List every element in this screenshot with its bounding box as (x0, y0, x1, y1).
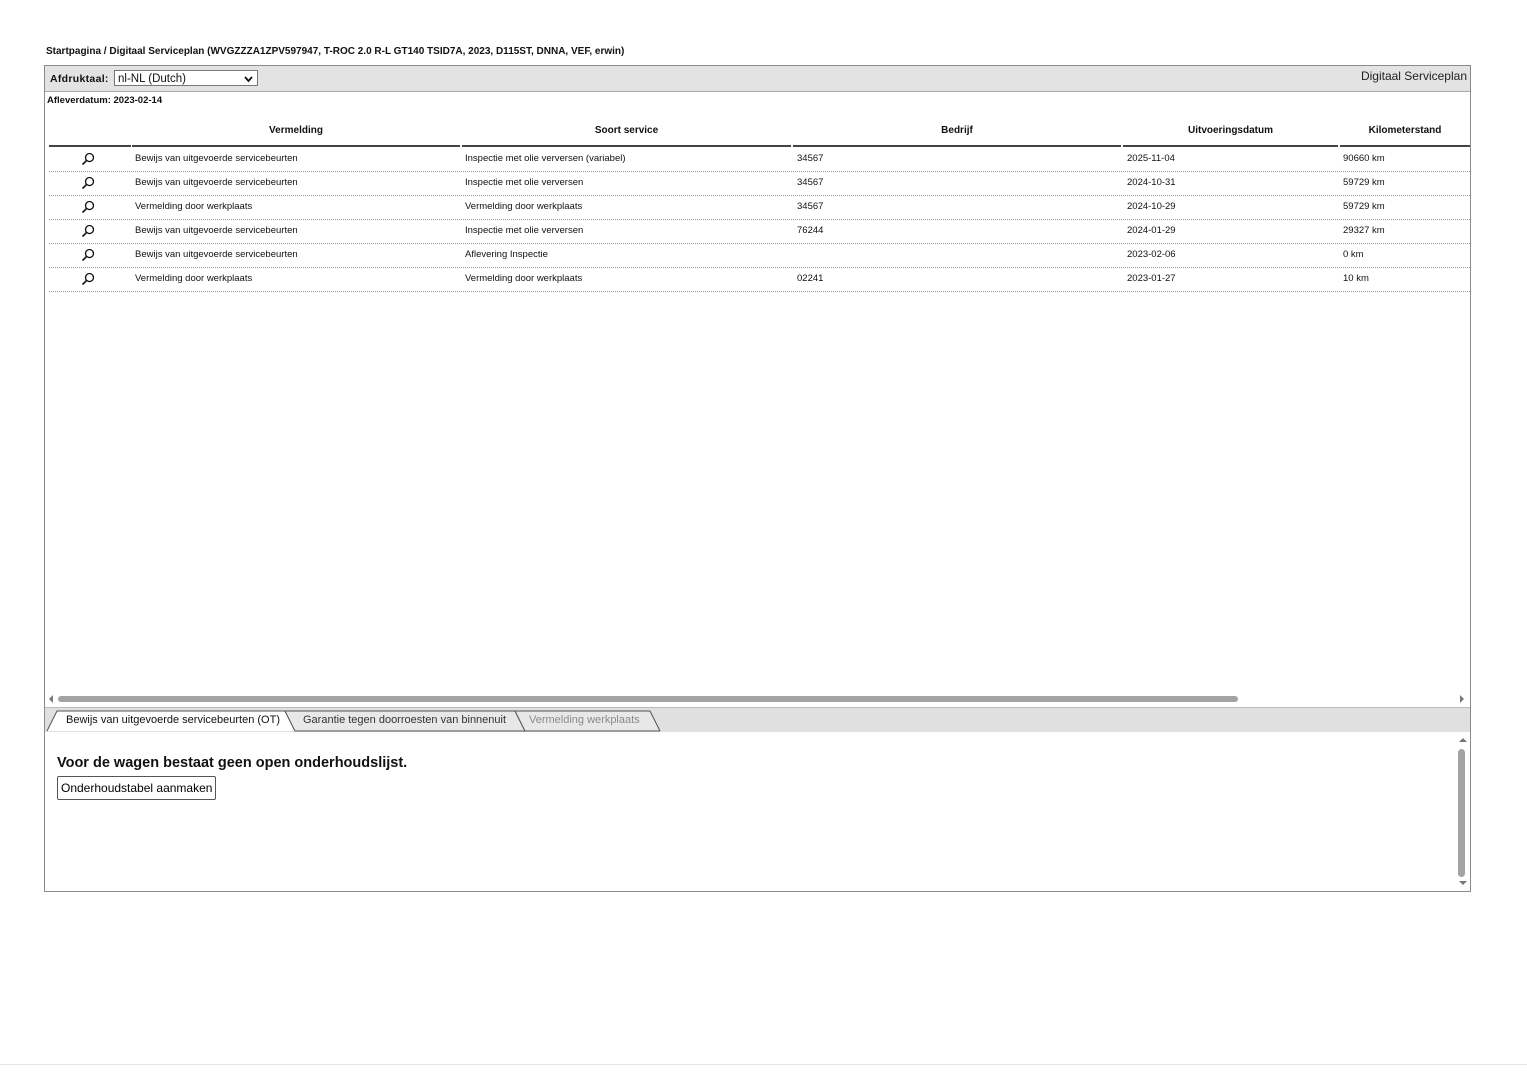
cell-km: 10 km (1343, 273, 1369, 284)
column-header-soort-service[interactable]: Soort service (462, 124, 791, 147)
cell-soort: Inspectie met olie verversen (465, 225, 584, 236)
cell-vermelding: Bewijs van uitgevoerde servicebeurten (135, 153, 298, 164)
vertical-scrollbar[interactable] (1458, 749, 1465, 877)
tab-label: Bewijs van uitgevoerde servicebeurten (O… (66, 714, 280, 726)
cell-soort: Aflevering Inspectie (465, 249, 548, 260)
delivery-date: Afleverdatum: 2023-02-14 (47, 95, 163, 106)
tab-bar: Bewijs van uitgevoerde servicebeurten (O… (45, 707, 1470, 732)
table-row[interactable]: Bewijs van uitgevoerde servicebeurten Ins… (49, 148, 1470, 172)
cell-km: 90660 km (1343, 153, 1385, 164)
tab-bewijs-servicebeurten[interactable]: Bewijs van uitgevoerde servicebeurten (O… (63, 711, 288, 730)
column-header-uitvoeringsdatum[interactable]: Uitvoeringsdatum (1123, 124, 1338, 147)
tab-vermelding-werkplaats[interactable]: Vermelding werkplaats (529, 711, 654, 730)
magnifier-icon[interactable] (81, 248, 95, 262)
column-header-kilometerstand[interactable]: Kilometerstand (1340, 124, 1470, 147)
cell-bedrijf: 76244 (797, 225, 824, 236)
cell-bedrijf: 34567 (797, 177, 824, 188)
cell-bedrijf: 34567 (797, 153, 824, 164)
cell-vermelding: Vermelding door werkplaats (135, 273, 253, 284)
cell-bedrijf: 02241 (797, 273, 824, 284)
table-row[interactable]: Vermelding door werkplaats Vermelding doo… (49, 268, 1470, 292)
tab-label: Vermelding werkplaats (529, 714, 640, 726)
toolbar: Afdruktaal: nl-NL (Dutch) Digitaal Servi… (45, 66, 1470, 92)
cell-datum: 2023-02-06 (1127, 249, 1176, 260)
magnifier-icon[interactable] (81, 200, 95, 214)
magnifier-icon[interactable] (81, 272, 95, 286)
arrow-down-icon[interactable] (1459, 879, 1467, 888)
table-row[interactable]: Bewijs van uitgevoerde servicebeurten Ins… (49, 220, 1470, 244)
breadcrumb: Startpagina / Digitaal Serviceplan (WVGZ… (46, 46, 625, 57)
column-header-bedrijf[interactable]: Bedrijf (793, 124, 1121, 147)
language-select[interactable]: nl-NL (Dutch) (114, 70, 258, 86)
service-plan-panel: Afdruktaal: nl-NL (Dutch) Digitaal Servi… (44, 65, 1471, 892)
cell-soort: Inspectie met olie verversen (variabel) (465, 153, 626, 164)
cell-datum: 2025-11-04 (1127, 153, 1175, 164)
language-select-value: nl-NL (Dutch) (118, 73, 186, 85)
cell-vermelding: Vermelding door werkplaats (135, 201, 253, 212)
cell-vermelding: Bewijs van uitgevoerde servicebeurten (135, 225, 298, 236)
arrow-right-icon[interactable] (1459, 695, 1465, 705)
language-label: Afdruktaal: (50, 73, 109, 85)
create-maintenance-table-button[interactable]: Onderhoudstabel aanmaken (57, 776, 217, 800)
cell-bedrijf: 34567 (797, 201, 824, 212)
chevron-down-icon (244, 71, 253, 92)
arrow-left-icon[interactable] (48, 695, 54, 705)
table-row[interactable]: Vermelding door werkplaats Vermelding doo… (49, 196, 1470, 220)
tab-garantie-doorroesten[interactable]: Garantie tegen doorroesten van binnenuit (301, 711, 519, 730)
cell-soort: Inspectie met olie verversen (465, 177, 584, 188)
cell-datum: 2024-10-29 (1127, 201, 1176, 212)
magnifier-icon[interactable] (81, 152, 95, 166)
maintenance-message: Voor de wagen bestaat geen open onderhou… (57, 755, 408, 771)
table-row[interactable]: Bewijs van uitgevoerde servicebeurten Afl… (49, 244, 1470, 268)
cell-km: 59729 km (1343, 201, 1385, 212)
tab-label: Garantie tegen doorroesten van binnenuit (303, 714, 507, 726)
column-header-vermelding[interactable]: Vermelding (132, 124, 460, 147)
column-header-icon (49, 124, 131, 147)
cell-datum: 2024-01-29 (1127, 225, 1176, 236)
magnifier-icon[interactable] (81, 176, 95, 190)
cell-vermelding: Bewijs van uitgevoerde servicebeurten (135, 249, 298, 260)
cell-datum: 2023-01-27 (1127, 273, 1176, 284)
cell-km: 29327 km (1343, 225, 1385, 236)
app-title: Digitaal Serviceplan (1360, 69, 1467, 83)
cell-datum: 2024-10-31 (1127, 177, 1176, 188)
cell-km: 59729 km (1343, 177, 1385, 188)
page-divider (0, 1064, 1527, 1065)
cell-km: 0 km (1343, 249, 1364, 260)
horizontal-scrollbar[interactable] (58, 696, 1238, 702)
table-row[interactable]: Bewijs van uitgevoerde servicebeurten Ins… (49, 172, 1470, 196)
magnifier-icon[interactable] (81, 224, 95, 238)
cell-soort: Vermelding door werkplaats (465, 273, 583, 284)
cell-vermelding: Bewijs van uitgevoerde servicebeurten (135, 177, 298, 188)
arrow-up-icon[interactable] (1459, 736, 1467, 745)
cell-soort: Vermelding door werkplaats (465, 201, 583, 212)
